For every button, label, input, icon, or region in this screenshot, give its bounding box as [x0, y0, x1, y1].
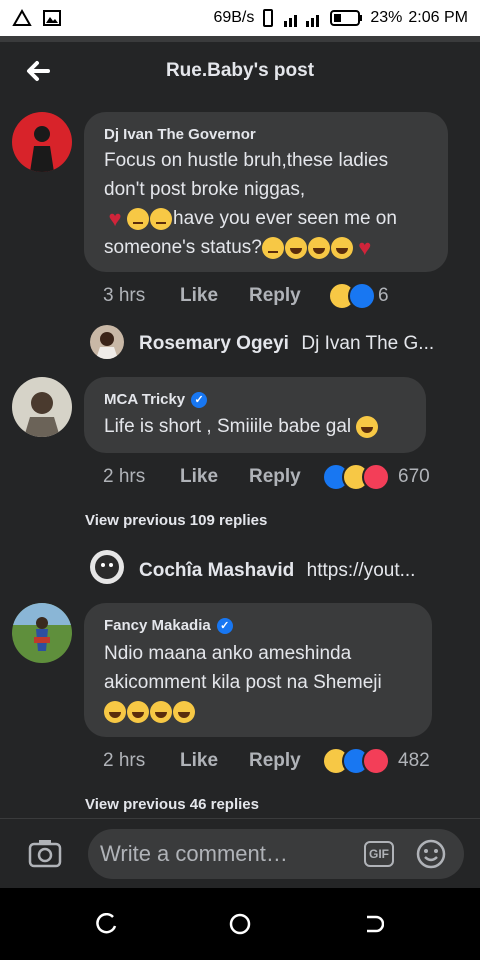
header: Rue.Baby's post — [0, 42, 480, 100]
comment-time: 3 hrs — [103, 285, 146, 306]
vibrate-icon — [263, 9, 274, 27]
love-reaction-icon — [362, 463, 390, 491]
status-right: 69B/s 23% 2:06 PM — [213, 8, 468, 28]
tears-of-joy-icon — [127, 700, 149, 723]
tears-of-joy-icon — [307, 236, 330, 259]
comment-line: Focus on hustle bruh,these ladies — [104, 150, 389, 171]
tears-of-joy-icon — [104, 700, 126, 723]
status-bar: 69B/s 23% 2:06 PM — [0, 0, 480, 36]
avatar-image — [24, 392, 60, 437]
battery-percent: 23% — [370, 9, 403, 26]
comment-time: 2 hrs — [103, 466, 146, 487]
avatar[interactable] — [12, 377, 72, 437]
camera-icon[interactable] — [28, 838, 62, 868]
reaction-count[interactable]: 6 — [378, 285, 389, 307]
unamused-face-icon — [150, 207, 172, 230]
like-button[interactable]: Like — [180, 285, 218, 307]
reply-avatar[interactable] — [90, 550, 124, 584]
reaction-summary[interactable] — [322, 747, 390, 775]
reply-preview[interactable]: Rosemary Ogeyi Dj Ivan The G... — [139, 333, 459, 355]
comment-text: Life is short , Smiiile babe gal — [104, 412, 379, 441]
reply-snippet: https://yout... — [306, 560, 416, 581]
signal-icon — [284, 15, 320, 27]
notification-icons — [12, 8, 62, 28]
view-previous-replies[interactable]: View previous 109 replies — [85, 512, 267, 529]
avatar-image — [96, 332, 118, 359]
reply-button[interactable]: Reply — [249, 285, 301, 307]
avatar[interactable] — [12, 603, 72, 663]
avatar-image — [12, 603, 72, 651]
reply-button[interactable]: Reply — [249, 466, 301, 488]
comment-author: Fancy Makadia — [104, 617, 211, 634]
reply-author: Cochîa Mashavid — [139, 560, 295, 581]
comment-emoji-line — [104, 697, 428, 726]
reply-author: Rosemary Ogeyi — [139, 333, 289, 354]
page-title: Rue.Baby's post — [165, 60, 315, 81]
love-reaction-icon — [362, 747, 390, 775]
comment-input[interactable] — [88, 829, 464, 879]
reaction-summary[interactable] — [322, 463, 390, 491]
reaction-summary[interactable] — [328, 282, 376, 310]
verified-badge-icon: ✓ — [216, 618, 233, 635]
avatar-image — [30, 126, 54, 172]
tears-of-joy-icon — [284, 236, 307, 259]
comment-line: Ndio maana anko ameshinda — [104, 643, 352, 664]
avatar[interactable] — [12, 112, 72, 172]
smiley-icon[interactable] — [416, 839, 446, 869]
clock: 2:06 PM — [408, 9, 468, 26]
reply-preview[interactable]: Cochîa Mashavid https://yout... — [139, 560, 459, 582]
view-previous-replies[interactable]: View previous 46 replies — [85, 796, 259, 813]
battery-icon — [330, 10, 363, 26]
like-reaction-icon — [348, 282, 376, 310]
system-nav-bar — [0, 888, 480, 960]
gif-icon[interactable]: GIF — [364, 841, 394, 867]
comment-author[interactable]: Dj Ivan The Governor — [104, 126, 256, 143]
reply-button[interactable]: Reply — [249, 750, 301, 772]
tears-of-joy-icon — [330, 236, 353, 259]
comment-line-with-emoji: someone's status? ♥ — [104, 233, 444, 262]
reply-snippet: Dj Ivan The G... — [301, 333, 435, 354]
comment-bubble: Fancy Makadia ✓ Ndio maana anko ameshinda… — [84, 603, 432, 737]
comment-text: Ndio maana anko ameshinda akicomment kil… — [104, 639, 428, 726]
comment-author-row[interactable]: Fancy Makadia ✓ — [104, 617, 233, 635]
rolling-eyes-icon — [261, 236, 284, 259]
network-speed: 69B/s — [213, 9, 255, 26]
comment-line: akicomment kila post na Shemeji — [104, 672, 382, 693]
reaction-count[interactable]: 482 — [398, 750, 430, 772]
reaction-count[interactable]: 670 — [398, 466, 430, 488]
like-button[interactable]: Like — [180, 750, 218, 772]
comment-author-row[interactable]: MCA Tricky ✓ — [104, 391, 208, 409]
comment-line: don't post broke niggas, — [104, 179, 306, 200]
comment-bubble: MCA Tricky ✓ Life is short , Smiiile babe… — [84, 377, 426, 453]
comment-time: 2 hrs — [103, 750, 146, 771]
unamused-face-icon — [127, 207, 149, 230]
verified-badge-icon: ✓ — [191, 392, 208, 409]
kissing-face-icon — [356, 415, 379, 438]
comment-author: MCA Tricky — [104, 391, 186, 408]
tears-of-joy-icon — [173, 700, 195, 723]
avatar-image — [95, 555, 119, 579]
gallery-icon — [43, 10, 61, 26]
like-button[interactable]: Like — [180, 466, 218, 488]
home-circle-icon[interactable] — [228, 912, 252, 936]
warning-triangle-icon — [12, 8, 32, 26]
recents-icon[interactable] — [96, 913, 118, 935]
comment-bubble: Dj Ivan The Governor Focus on hustle bru… — [84, 112, 448, 272]
reply-avatar[interactable] — [90, 325, 124, 359]
nav-back-icon[interactable] — [362, 913, 384, 935]
comment-text: Focus on hustle bruh,these ladies don't … — [104, 146, 444, 262]
broken-heart-icon: ♥ — [108, 205, 122, 231]
comment-line-with-emoji: ♥ have you ever seen me on — [104, 204, 444, 233]
comment-composer: GIF — [0, 818, 480, 889]
broken-heart-icon: ♥ — [358, 234, 372, 260]
tears-of-joy-icon — [150, 700, 172, 723]
